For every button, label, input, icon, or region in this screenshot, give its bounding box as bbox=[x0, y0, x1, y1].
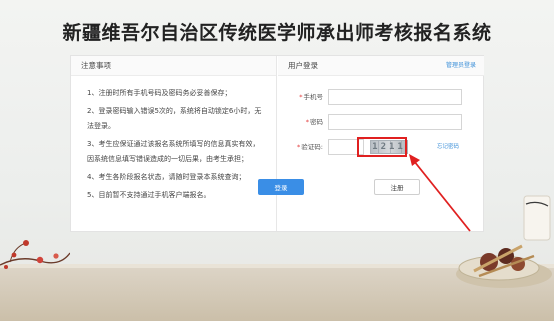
forgot-password-link[interactable]: 忘记密码 bbox=[428, 140, 468, 154]
admin-login-link[interactable]: 管理员登录 bbox=[446, 56, 476, 76]
notice-item: 4、考生各阶段报名状态，请随时登录本系统查询； bbox=[87, 173, 246, 181]
notice-item: 1、注册时所有手机号码及密码务必妥善保存； bbox=[87, 89, 232, 97]
required-mark: * bbox=[299, 93, 303, 101]
phone-label: *手机号 bbox=[299, 93, 323, 101]
phone-row: *手机号 bbox=[278, 89, 484, 105]
login-heading-label: 用户登录 bbox=[288, 61, 318, 70]
annotation-highlight-box bbox=[357, 137, 407, 157]
notice-list: 1、注册时所有手机号码及密码务必妥善保存； 2、登录密码输入错误5次的，系统将自… bbox=[71, 76, 276, 203]
password-row: *密码 bbox=[278, 114, 484, 130]
notice-item: 5、目前暂不支持通过手机客户端报名。 bbox=[87, 191, 211, 199]
notice-heading: 注意事项 bbox=[71, 56, 276, 76]
register-button[interactable]: 注册 bbox=[374, 179, 420, 195]
page-title: 新疆维吾尔自治区传统医学师承出师考核报名系统 bbox=[62, 22, 492, 44]
notice-section: 注意事项 1、注册时所有手机号码及密码务必妥善保存； 2、登录密码输入错误5次的… bbox=[71, 56, 277, 231]
phone-input[interactable] bbox=[328, 89, 462, 105]
login-heading: 用户登录 管理员登录 bbox=[278, 56, 484, 76]
required-mark: * bbox=[297, 143, 301, 151]
main-panel: 注意事项 1、注册时所有手机号码及密码务必妥善保存； 2、登录密码输入错误5次的… bbox=[70, 55, 484, 232]
required-mark: * bbox=[305, 118, 309, 126]
notice-item: 3、考生应保证通过该报名系统所填写的信息真实有效，因系统信息填写错误造成的一切后… bbox=[87, 140, 260, 163]
plum-blossom-icon bbox=[0, 240, 70, 269]
captcha-label: *验证码: bbox=[297, 143, 323, 151]
password-label: *密码 bbox=[305, 118, 323, 126]
password-input[interactable] bbox=[328, 114, 462, 130]
login-button[interactable]: 登录 bbox=[258, 179, 304, 195]
notice-item: 2、登录密码输入错误5次的，系统将自动锁定6小时，无法登录。 bbox=[87, 107, 262, 130]
